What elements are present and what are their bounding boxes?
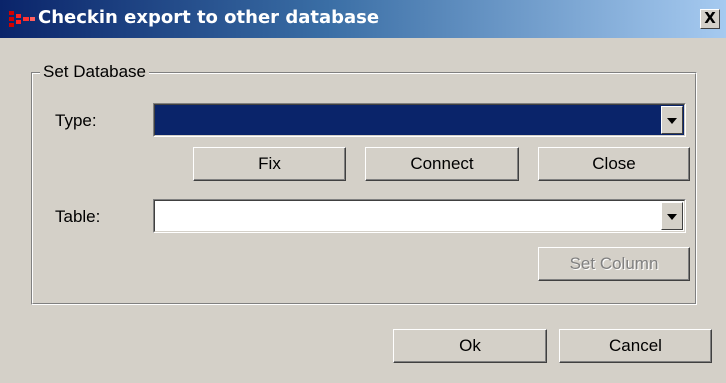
type-combobox-value-area[interactable] [154,104,685,136]
type-dropdown-arrow-icon[interactable] [661,106,683,134]
fix-button[interactable]: Fix [193,147,346,181]
table-combobox-value-area[interactable] [154,200,685,232]
close-button[interactable]: Close [538,147,690,181]
close-window-button[interactable]: X [700,9,720,29]
type-combobox[interactable] [153,103,686,137]
ok-button[interactable]: Ok [393,329,547,363]
app-logo-icon [9,11,35,27]
table-dropdown-arrow-icon[interactable] [661,202,683,230]
window-title: Checkin export to other database [38,7,380,28]
table-combobox[interactable] [153,199,686,233]
set-database-legend: Set Database [40,62,150,82]
cancel-button[interactable]: Cancel [559,329,712,363]
title-bar[interactable]: Checkin export to other database X [0,0,726,38]
table-label: Table: [55,207,101,226]
type-label: Type: [55,111,97,130]
set-column-button[interactable]: Set Column [538,247,690,281]
connect-button[interactable]: Connect [365,147,519,181]
